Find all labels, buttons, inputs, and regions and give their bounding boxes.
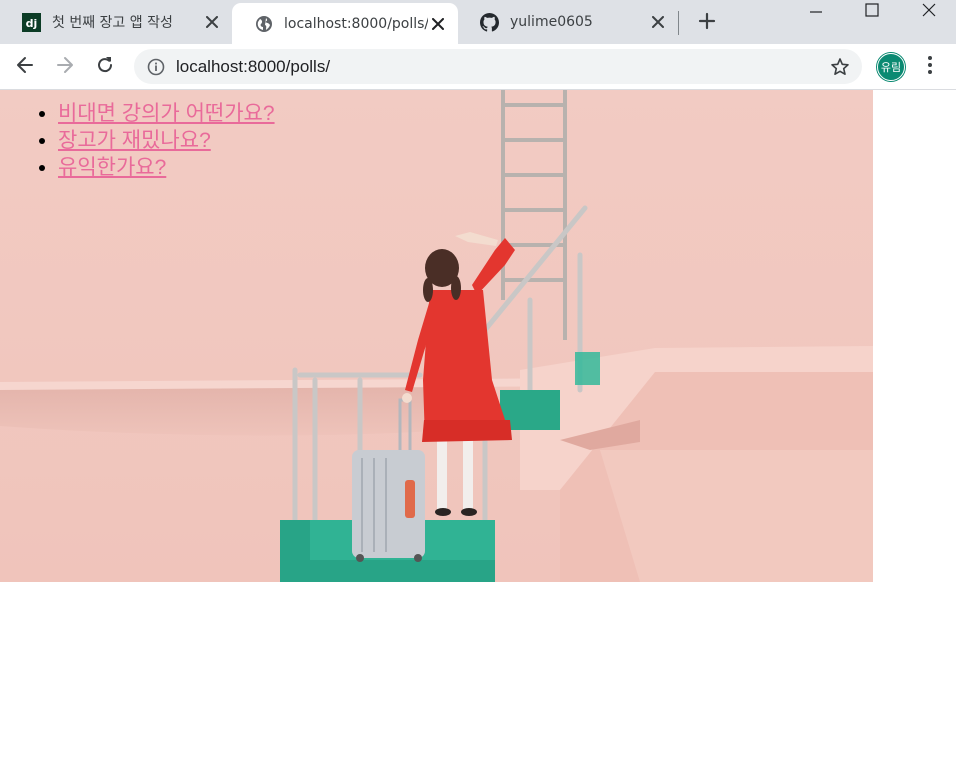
- minimize-icon: [809, 2, 823, 21]
- url-text[interactable]: localhost:8000/polls/: [176, 57, 330, 77]
- browser-toolbar: localhost:8000/polls/ 유림: [0, 44, 956, 90]
- address-bar[interactable]: localhost:8000/polls/: [134, 49, 862, 84]
- globe-icon: [254, 14, 273, 33]
- list-item: 장고가 재밌나요?: [58, 127, 275, 154]
- maximize-icon: [864, 2, 879, 21]
- close-tab-icon[interactable]: [202, 12, 222, 32]
- more-menu-button[interactable]: [918, 53, 942, 81]
- forward-button[interactable]: [50, 52, 80, 82]
- bookmark-star-icon[interactable]: [828, 55, 852, 79]
- tab-django-tutorial[interactable]: dj 첫 번째 장고 앱 작성: [0, 0, 232, 44]
- tab-separator: [678, 11, 679, 35]
- question-list: 비대면 강의가 어떤가요? 장고가 재밌나요? 유익한가요?: [58, 100, 275, 181]
- list-item: 유익한가요?: [58, 154, 275, 181]
- list-item: 비대면 강의가 어떤가요?: [58, 100, 275, 127]
- tab-polls[interactable]: localhost:8000/polls/: [232, 3, 458, 44]
- plus-icon: [698, 12, 716, 34]
- django-icon: dj: [22, 12, 41, 32]
- info-icon[interactable]: [146, 57, 165, 76]
- tab-title: yulime0605: [510, 14, 593, 30]
- profile-avatar[interactable]: 유림: [877, 53, 905, 81]
- maximize-button[interactable]: [843, 0, 900, 22]
- arrow-left-icon: [15, 55, 35, 79]
- new-tab-button[interactable]: [693, 9, 721, 37]
- arrow-right-icon: [55, 55, 75, 79]
- reload-button[interactable]: [90, 52, 120, 82]
- minimize-button[interactable]: [787, 0, 844, 22]
- tab-title: localhost:8000/polls/: [284, 15, 428, 32]
- back-button[interactable]: [10, 52, 40, 82]
- close-tab-icon[interactable]: [428, 14, 448, 34]
- close-icon: [922, 2, 936, 21]
- close-window-button[interactable]: [900, 0, 956, 22]
- page-viewport: 비대면 강의가 어떤가요? 장고가 재밌나요? 유익한가요?: [0, 90, 956, 777]
- question-link-1[interactable]: 비대면 강의가 어떤가요?: [58, 102, 275, 125]
- question-link-3[interactable]: 유익한가요?: [58, 156, 166, 179]
- svg-text:dj: dj: [26, 17, 38, 30]
- github-icon: [480, 12, 499, 32]
- tab-strip: dj 첫 번째 장고 앱 작성 localhost:8000/polls/ yu…: [0, 0, 956, 44]
- tab-title: 첫 번째 장고 앱 작성: [52, 15, 173, 31]
- tab-github[interactable]: yulime0605: [458, 0, 678, 44]
- close-tab-icon[interactable]: [648, 12, 668, 32]
- kebab-menu-icon: [927, 55, 933, 79]
- reload-icon: [95, 55, 115, 79]
- question-link-2[interactable]: 장고가 재밌나요?: [58, 129, 211, 152]
